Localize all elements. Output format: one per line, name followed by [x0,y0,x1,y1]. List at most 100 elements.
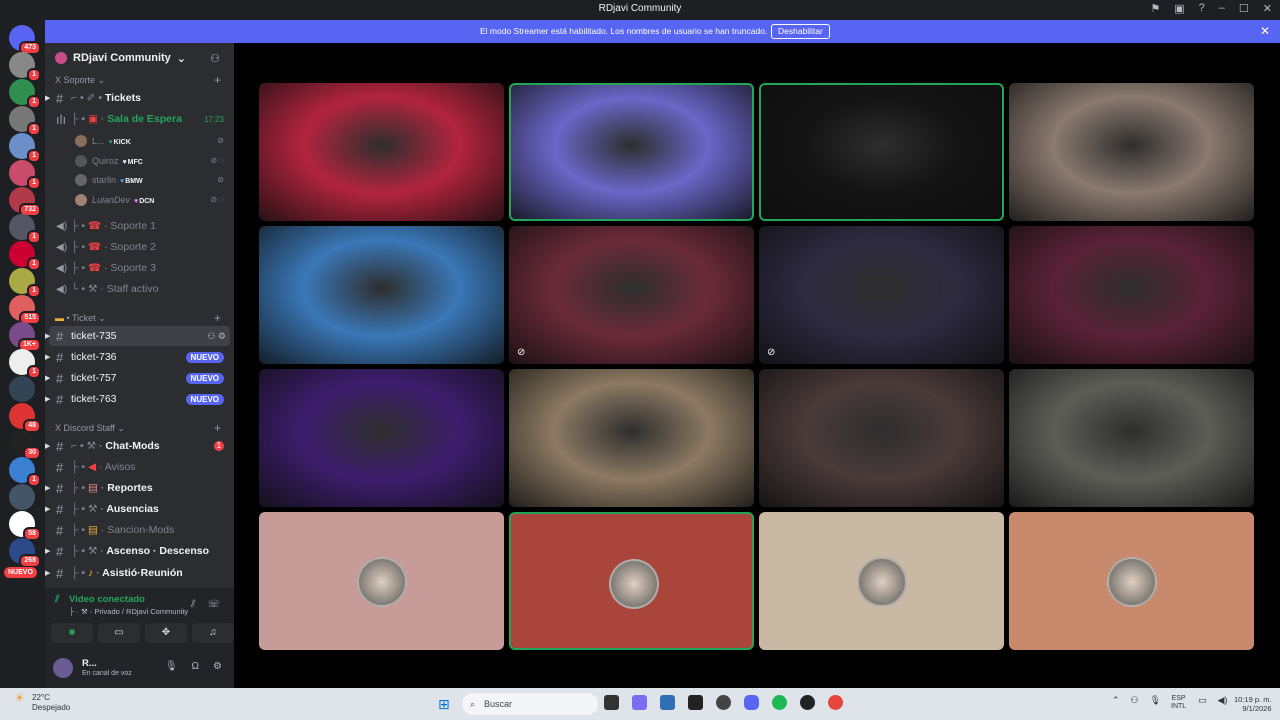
channel-ticket-736[interactable]: ▶ # ticket-736 NUEVO [45,347,234,367]
channel-soporte-1[interactable]: ◀) ├ • ☎ · Soporte 1 [45,216,234,236]
server-icon[interactable]: 1 [9,457,41,487]
server-icon[interactable]: 268 [9,538,41,568]
channel-avisos[interactable]: # ├ • ◀ · Avisos [45,457,234,477]
disconnect-icon[interactable]: ☏ [207,599,220,610]
server-icon[interactable]: 1 [9,52,41,82]
activities-button[interactable]: ✥ [145,623,187,643]
channel-tickets[interactable]: ▶ # ⌐ • ✐ • Tickets [45,88,234,108]
channel-ticket-757[interactable]: ▶ # ticket-757 NUEVO [45,368,234,388]
server-icon[interactable]: 1 [9,79,41,109]
monitor-icon[interactable]: ▭ [1198,695,1207,706]
terminal-icon[interactable] [688,695,703,710]
channel-asistio[interactable]: ▶ # ├ • ♪ · Asistió·Reunión [45,563,234,583]
server-icon[interactable]: 732 [9,187,41,217]
video-tile[interactable] [259,226,504,364]
noise-suppression-icon[interactable]: ⫽ [191,599,195,610]
server-icon[interactable] [9,484,35,510]
obs-icon[interactable] [800,695,815,710]
channel-ascenso[interactable]: ▶ # ├ • ⚒ · Ascenso · Descenso [45,541,234,561]
channel-ausencias[interactable]: ▶ # ├ • ⚒ · Ausencias [45,499,234,519]
channel-reportes[interactable]: ▶ # ├ • ▤ · Reportes [45,478,234,498]
voice-user[interactable]: LuianDev ♥DCN ⊘ ◌ [45,190,234,209]
voice-user[interactable]: L... ♥KICK ⊘ [45,131,234,150]
add-channel-icon[interactable]: + [214,421,221,435]
close-window-button[interactable]: ✕ [1263,2,1272,15]
server-icon[interactable]: 1 [9,106,41,136]
video-tile[interactable] [759,369,1004,507]
help-icon[interactable]: ? [1199,2,1205,15]
category-discord-staff[interactable]: X Discord Staff ⌄ + [55,421,221,435]
microphone-icon[interactable]: 🎙 [165,661,178,672]
channel-ticket-763[interactable]: ▶ # ticket-763 NUEVO [45,389,234,409]
video-tile[interactable] [1009,369,1254,507]
server-icon[interactable] [9,376,35,402]
spotify-icon[interactable] [772,695,787,710]
inbox-icon[interactable]: ⚑ [1150,2,1160,15]
channel-staff-activo[interactable]: ◀) └ • ⚒ · Staff activo [45,279,234,299]
channel-sancion-mods[interactable]: # ├ • ▤ · Sancion-Mods [45,520,234,540]
network-icon[interactable]: ⚇ [1131,695,1139,706]
weather-widget[interactable]: ☀ 22°C Despejado [14,692,70,713]
server-icon[interactable]: 30 [9,430,41,460]
minimize-button[interactable]: – [1219,2,1225,15]
video-tile[interactable] [759,83,1004,221]
copilot-icon[interactable] [632,695,647,710]
video-tile[interactable] [259,369,504,507]
add-channel-icon[interactable]: + [214,73,221,87]
voice-user[interactable]: Quiroz ♥MFC ⊘ ◌ [45,151,234,170]
discord-icon[interactable] [744,695,759,710]
video-tile[interactable] [259,83,504,221]
maximize-button[interactable]: ☐ [1239,2,1249,15]
chrome-icon[interactable] [828,695,843,710]
mic-tray-icon[interactable]: 🎙 [1150,695,1161,706]
video-tile[interactable]: ⊘ [509,226,754,364]
start-button[interactable]: ⊞ [438,696,450,713]
avatar-tile[interactable] [259,512,504,650]
avatar-tile[interactable] [509,512,754,650]
username[interactable]: R... [82,658,97,669]
channel-chat-mods[interactable]: ▶ # ⌐ • ⚒ · Chat-Mods 1 [45,436,234,456]
guild-header[interactable]: RDjavi Community ⌄ ⚇ [45,43,234,73]
server-icon[interactable]: 1 [9,160,41,190]
server-icon[interactable]: 1 [9,214,41,244]
voice-user[interactable]: starlin ♥BMW ⊘ [45,170,234,189]
channel-soporte-3[interactable]: ◀) ├ • ☎ · Soporte 3 [45,258,234,278]
server-icon[interactable]: 1 [9,241,41,271]
camera-button[interactable]: ■ [51,623,93,643]
server-icon[interactable]: 48 [9,403,41,433]
screen-icon[interactable]: ▣ [1174,2,1184,15]
server-icon[interactable]: 515 [9,295,41,325]
screen-share-button[interactable]: ▭ [98,623,140,643]
settings-icon[interactable]: ⚇ ⚙ [207,331,226,342]
soundboard-button[interactable]: ♫ [192,623,234,643]
server-icon[interactable]: 1K+ [9,322,41,352]
server-icon[interactable]: 58 [9,511,41,541]
channel-ticket-735[interactable]: ▶ # ticket-735 ⚇ ⚙ [45,326,230,346]
invite-icon[interactable]: ⚇ [210,52,220,65]
server-icon[interactable]: 1 [9,133,41,163]
channel-soporte-2[interactable]: ◀) ├ • ☎ · Soporte 2 [45,237,234,257]
gear-icon[interactable]: ⚙ [213,661,222,672]
app-icon[interactable] [716,695,731,710]
avatar[interactable] [53,658,73,678]
taskbar-search[interactable]: ⌕ Buscar [462,693,598,715]
category-soporte[interactable]: X Soporte ⌄ + [55,73,221,87]
voice-channel-name[interactable]: Privado / RDjavi Community [94,607,188,616]
task-view-icon[interactable] [604,695,619,710]
add-channel-icon[interactable]: + [214,311,221,325]
server-icon[interactable]: 1 [9,268,41,298]
language-indicator[interactable]: ESP INTL [1171,695,1186,711]
avatar-tile[interactable] [1009,512,1254,650]
video-tile[interactable] [509,369,754,507]
server-icon[interactable]: 1 [9,349,41,379]
close-icon[interactable]: ✕ [1260,24,1270,38]
disable-streamer-button[interactable]: Deshabilitar [771,24,830,39]
video-tile[interactable]: ⊘ [759,226,1004,364]
volume-icon[interactable]: ◀) [1218,695,1228,706]
video-tile[interactable] [1009,226,1254,364]
server-icon[interactable]: 473 [9,25,41,55]
category-ticket[interactable]: ▬ • Ticket ⌄ + [55,311,221,325]
headphones-icon[interactable]: Ω [192,661,199,672]
video-tile[interactable] [509,83,754,221]
channel-sala-espera[interactable]: ılı ├ • ▣ · Sala de Espera 17:23 [45,109,234,129]
